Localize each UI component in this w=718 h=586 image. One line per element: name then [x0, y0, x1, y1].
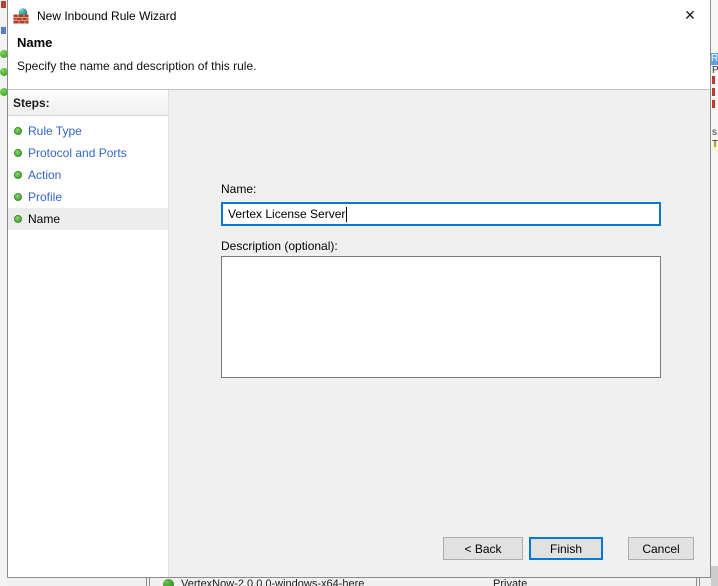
steps-header: Steps:	[8, 90, 168, 116]
rule-enabled-icon	[163, 579, 174, 586]
step-label: Protocol and Ports	[28, 146, 127, 160]
background-fragment	[1, 1, 6, 8]
background-pane-border	[146, 578, 150, 586]
background-fragment	[0, 68, 7, 76]
step-profile[interactable]: Profile	[8, 186, 168, 208]
description-field-label: Description (optional):	[221, 239, 338, 253]
description-textarea[interactable]	[221, 256, 661, 378]
dialog-body: Steps: Rule Type Protocol and Ports Acti…	[8, 90, 710, 577]
step-name-current[interactable]: Name	[8, 208, 168, 230]
steps-list: Rule Type Protocol and Ports Action Prof…	[8, 116, 168, 230]
firewall-icon	[13, 8, 29, 24]
step-bullet-icon	[14, 127, 22, 135]
background-fragment: R	[711, 53, 718, 65]
screen: R P s T VertexNow-2.0.0.0-windows-x64-he…	[0, 0, 718, 586]
background-fragment	[712, 88, 715, 96]
wizard-page-header: Name Specify the name and description of…	[8, 32, 710, 73]
name-input-value: Vertex License Server	[228, 207, 346, 221]
background-pane-border	[696, 578, 700, 586]
background-fragment	[712, 100, 715, 108]
new-inbound-rule-wizard-dialog: New Inbound Rule Wizard ✕ Name Specify t…	[7, 0, 711, 578]
name-field-label: Name:	[221, 182, 257, 196]
cancel-button[interactable]: Cancel	[628, 537, 694, 560]
dialog-top-section: New Inbound Rule Wizard ✕ Name Specify t…	[8, 0, 710, 90]
step-action[interactable]: Action	[8, 164, 168, 186]
dialog-title: New Inbound Rule Wizard	[37, 9, 177, 23]
background-fragment: P	[712, 65, 718, 76]
wizard-content: Name: Vertex License Server Description …	[169, 90, 710, 577]
background-fragment	[1, 27, 6, 34]
step-protocol-and-ports[interactable]: Protocol and Ports	[8, 142, 168, 164]
background-fragment	[0, 50, 7, 58]
step-bullet-icon	[14, 193, 22, 201]
page-title: Name	[17, 35, 53, 50]
name-input[interactable]: Vertex License Server	[221, 202, 661, 226]
background-fragment: T	[712, 139, 718, 150]
page-subtitle: Specify the name and description of this…	[17, 59, 257, 73]
step-label: Rule Type	[28, 124, 82, 138]
background-window-left-sliver	[0, 0, 7, 586]
dialog-titlebar[interactable]: New Inbound Rule Wizard ✕	[8, 0, 710, 32]
step-label: Name	[28, 212, 61, 226]
close-button[interactable]: ✕	[670, 0, 710, 30]
step-bullet-icon	[14, 149, 22, 157]
step-bullet-icon	[14, 171, 22, 179]
background-fragment	[711, 566, 718, 586]
background-window-bottom-sliver: VertexNow-2.0.0.0-windows-x64-here Priva…	[7, 578, 711, 586]
steps-panel: Steps: Rule Type Protocol and Ports Acti…	[8, 90, 169, 577]
back-button[interactable]: < Back	[443, 537, 523, 560]
background-fragment	[712, 76, 715, 84]
step-label: Action	[28, 168, 62, 182]
finish-button[interactable]: Finish	[529, 537, 603, 560]
background-rule-name: VertexNow-2.0.0.0-windows-x64-here	[181, 578, 365, 586]
background-fragment	[0, 88, 7, 96]
background-rule-profile: Private	[493, 578, 528, 586]
background-fragment: s	[712, 127, 717, 138]
step-rule-type[interactable]: Rule Type	[8, 120, 168, 142]
step-bullet-icon	[14, 215, 22, 223]
step-label: Profile	[28, 190, 63, 204]
background-window-right-sliver: R P s T	[711, 0, 718, 586]
text-caret	[346, 206, 348, 222]
